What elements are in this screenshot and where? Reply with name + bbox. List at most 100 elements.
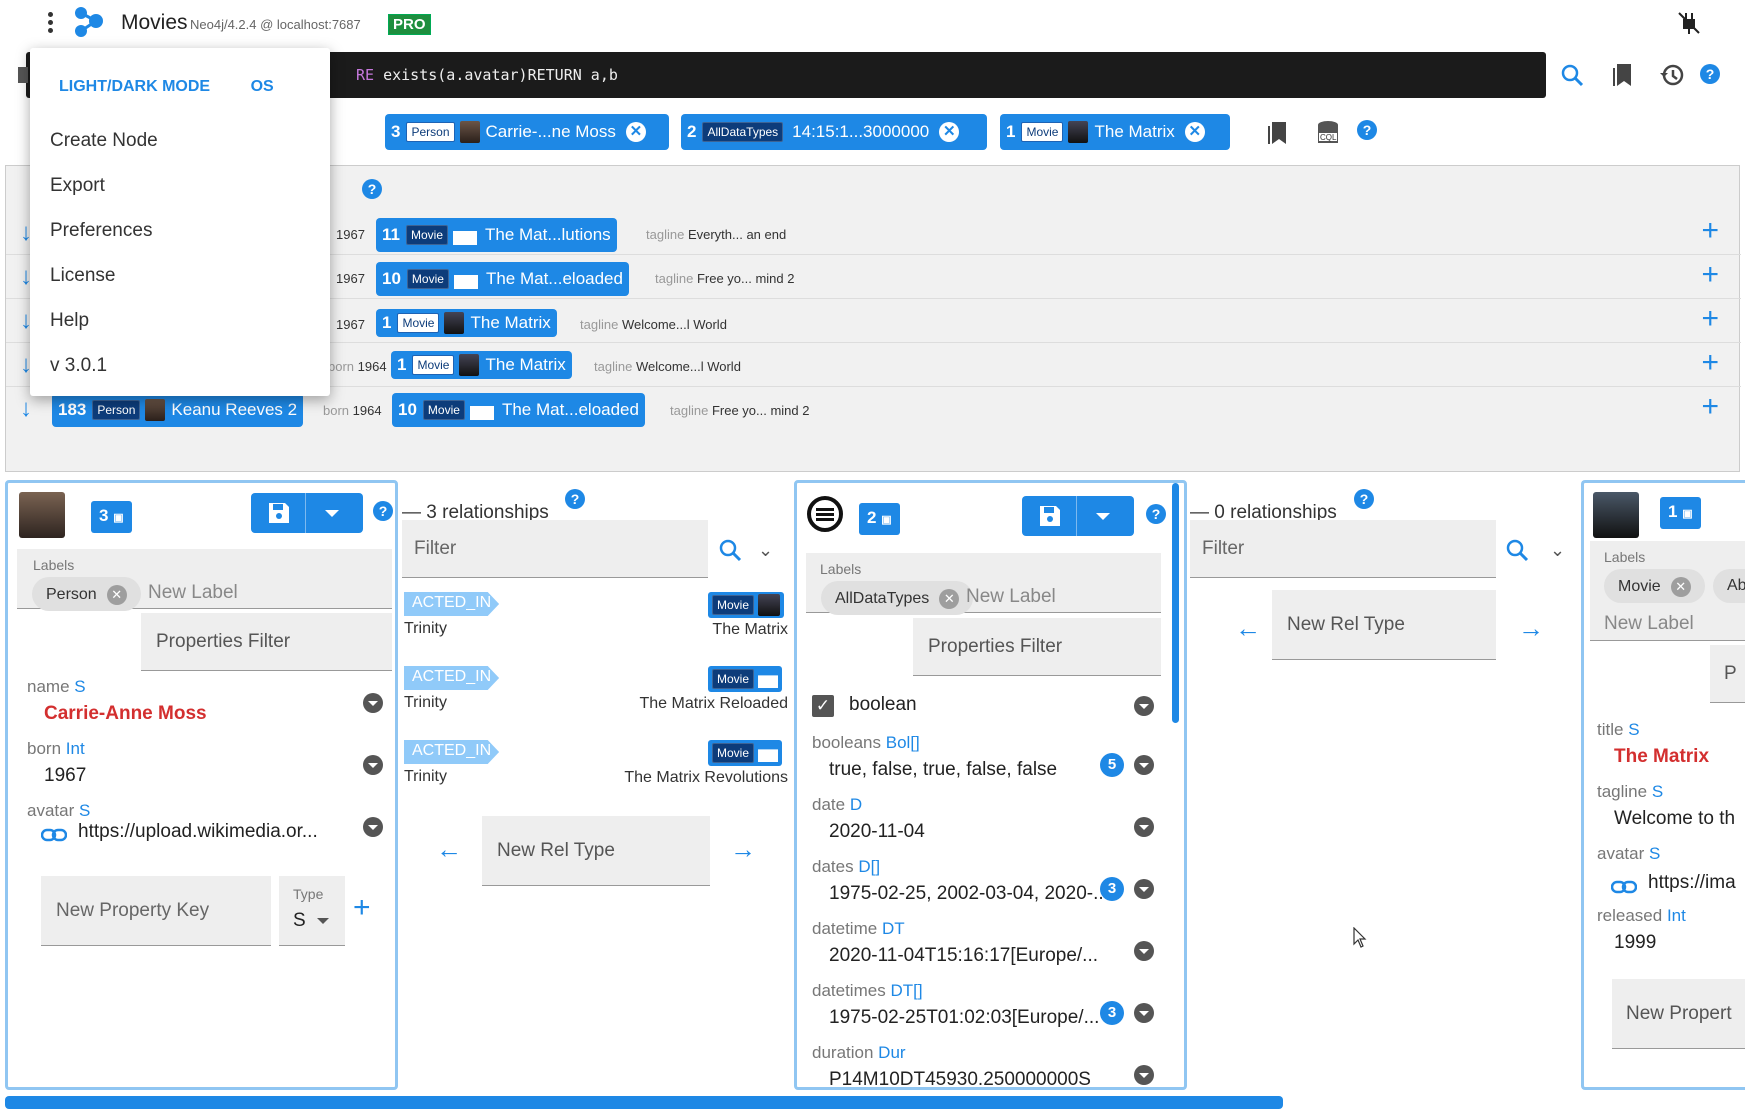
rel-target[interactable]: The Matrix Revolutions [552,769,788,787]
save-icon[interactable] [267,501,291,525]
help-icon[interactable]: ? [362,179,382,199]
close-icon[interactable]: ✕ [1184,122,1205,142]
bookmarks-icon[interactable] [1607,60,1637,90]
cql-count-button[interactable]: 3 ▣ [91,501,132,533]
chevron-down-icon[interactable] [325,510,339,517]
new-label-input[interactable]: New Label [966,586,1056,608]
labels-field[interactable]: Labels AllDataTypes ✕ New Label [806,553,1161,615]
prop-value-released[interactable]: 1999 [1614,932,1656,954]
rel-filter-input[interactable]: Filter [1190,520,1496,578]
prop-value-tagline[interactable]: Welcome to th [1614,808,1735,830]
properties-filter-input[interactable]: Properties Filter [913,618,1161,676]
rel-target[interactable]: The Matrix [552,621,788,639]
add-icon[interactable]: + [1701,215,1719,247]
new-property-key-input[interactable]: New Propert [1612,979,1745,1049]
prop-menu-caret-icon[interactable] [363,817,383,837]
add-property-icon[interactable]: + [353,891,371,925]
prop-value-avatar[interactable]: https://ima [1648,872,1736,894]
prop-menu-caret-icon[interactable] [1134,1003,1154,1023]
menu-item-create-node[interactable]: Create Node [50,130,158,152]
prop-value[interactable]: true, false, true, false, false [829,759,1099,781]
add-icon[interactable]: + [1701,259,1719,291]
cql-count-button[interactable]: 2 ▣ [859,503,900,535]
new-rel-type-input[interactable]: New Rel Type [1272,590,1496,660]
help-icon[interactable]: ? [1146,504,1166,524]
arrow-left-icon[interactable]: ← [436,834,462,865]
rel-type-badge[interactable]: ACTED_IN [404,740,500,764]
search-icon[interactable] [715,535,745,565]
link-icon[interactable] [41,827,67,843]
rel-filter-input[interactable]: Filter [402,520,708,578]
chevron-down-icon[interactable]: ⌄ [1550,540,1565,561]
node-chip[interactable]: 11 Movie The Mat...lutions [376,218,617,252]
prop-value[interactable]: 1975-02-25T01:02:03[Europe/... [829,1007,1121,1029]
chevron-down-icon[interactable] [1096,513,1110,520]
menu-item-license[interactable]: License [50,265,116,287]
prop-value-avatar[interactable]: https://upload.wikimedia.or... [78,821,358,843]
prop-menu-caret-icon[interactable] [1134,755,1154,775]
help-icon[interactable]: ? [1354,489,1374,509]
prop-value[interactable]: 2020-11-04 [829,821,925,843]
search-icon[interactable] [1557,60,1587,90]
rel-type-badge[interactable]: ACTED_IN [404,592,500,616]
chip-movie-1[interactable]: 1 Movie The Matrix ✕ [1000,114,1230,150]
boolean-checkbox[interactable]: ✓ [812,695,834,717]
menu-item-export[interactable]: Export [50,175,105,197]
expand-arrow-icon[interactable]: ↓ [20,395,32,423]
cql-database-icon[interactable]: CQL [1313,118,1343,148]
prop-menu-caret-icon[interactable] [363,693,383,713]
new-property-key-input[interactable]: New Property Key [41,876,271,946]
prop-value-name[interactable]: Carrie-Anne Moss [44,703,207,725]
close-icon[interactable]: ✕ [939,122,960,142]
node-chip[interactable]: 1 Movie The Matrix [376,309,557,337]
prop-value[interactable]: 1975-02-25, 2002-03-04, 2020-... [829,883,1121,905]
node-chip[interactable]: 1 Movie The Matrix [391,351,572,379]
add-icon[interactable]: + [1701,303,1719,335]
prop-menu-caret-icon[interactable] [363,755,383,775]
target-node-tag[interactable]: Movie [708,592,785,618]
type-select[interactable]: Type S [279,876,345,946]
link-icon[interactable] [1611,879,1637,895]
cql-count-button[interactable]: 1 ▣ [1660,497,1701,529]
new-rel-type-input[interactable]: New Rel Type [482,816,710,886]
labels-field[interactable]: Labels Person ✕ New Label [17,549,392,611]
save-button-group[interactable] [251,493,363,533]
history-icon[interactable] [1657,60,1687,90]
chip-alldatatypes-2[interactable]: 2 AllDataTypes 14:15:1...3000000 ✕ [681,114,987,150]
prop-value-born[interactable]: 1967 [44,765,86,787]
help-icon[interactable]: ? [1700,64,1720,84]
help-icon[interactable]: ? [565,489,585,509]
chevron-down-icon[interactable]: ⌄ [758,540,773,561]
prop-menu-caret-icon[interactable] [1134,817,1154,837]
rel-target[interactable]: The Matrix Reloaded [552,695,788,713]
help-icon[interactable]: ? [1357,120,1377,140]
mode-value[interactable]: OS [251,78,274,95]
chip-person-3[interactable]: 3 Person Carrie-...ne Moss ✕ [385,114,669,150]
labels-field[interactable]: Labels Movie ✕ Ab New Label [1590,541,1745,641]
prop-menu-caret-icon[interactable] [1134,1065,1154,1085]
target-node-tag[interactable]: Movie [708,666,783,692]
prop-value[interactable]: 2020-11-04T15:16:17[Europe/... [829,945,1121,967]
arrow-right-icon[interactable]: → [730,834,756,865]
new-label-input[interactable]: New Label [1604,613,1694,635]
search-icon[interactable] [1502,535,1532,565]
horizontal-scrollbar[interactable] [5,1096,1283,1109]
add-icon[interactable]: + [1701,391,1719,423]
properties-filter-input[interactable]: Properties Filter [141,613,392,671]
close-icon[interactable]: ✕ [625,122,646,142]
add-icon[interactable]: + [1701,347,1719,379]
rel-type-badge[interactable]: ACTED_IN [404,666,500,690]
node-chip[interactable]: 183 Person Keanu Reeves 2 [52,393,304,427]
remove-label-icon[interactable]: ✕ [106,585,127,605]
bookmarks-icon[interactable] [1262,118,1292,148]
save-icon[interactable] [1038,504,1062,528]
properties-filter-input[interactable]: P [1710,645,1745,703]
theme-mode-toggle[interactable]: LIGHT/DARK MODE OS [59,78,274,96]
arrow-right-icon[interactable]: → [1518,613,1544,644]
prop-value[interactable]: P14M10DT45930.250000000S [829,1069,1121,1087]
node-chip[interactable]: 10 Movie The Mat...eloaded [376,262,629,296]
prop-menu-caret-icon[interactable] [1134,941,1154,961]
help-icon[interactable]: ? [373,501,393,521]
menu-item-preferences[interactable]: Preferences [50,220,152,242]
arrow-left-icon[interactable]: ← [1235,613,1261,644]
